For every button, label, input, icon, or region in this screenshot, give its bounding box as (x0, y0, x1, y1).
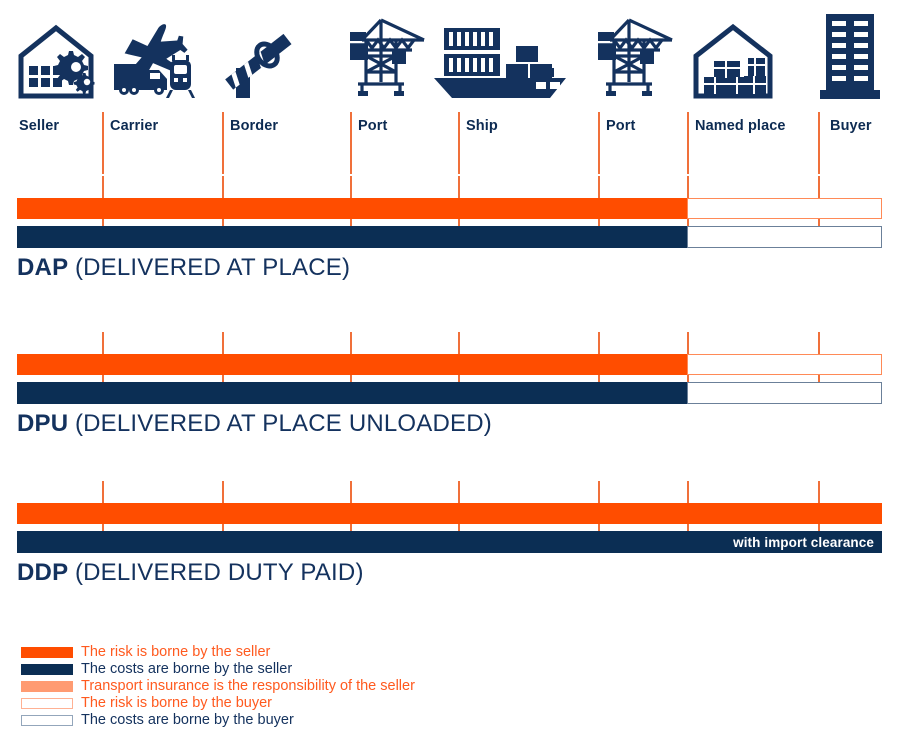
dpu-tick-port-2 (598, 332, 600, 354)
column-label-carrier: Carrier (110, 118, 159, 134)
column-label-border: Border (230, 118, 279, 134)
dpu-tick-buyer (818, 332, 820, 354)
legend-label-cost-buyer: The costs are borne by the buyer (81, 712, 294, 728)
axis-tick-border (222, 112, 224, 174)
dap-cost-buyer-segment (687, 226, 882, 248)
icon-strip (0, 0, 900, 100)
ddp-tick-named-place (687, 481, 689, 503)
dap-bars (0, 176, 900, 248)
dap-tick-buyer (818, 176, 820, 198)
ddp-bars: with import clearance (0, 481, 900, 553)
dap-tick-border (222, 176, 224, 198)
dpu-title: DPU (DELIVERED AT PLACE UNLOADED) (17, 410, 492, 438)
dpu-tick-border (222, 332, 224, 354)
ddp-tick-border (222, 481, 224, 503)
dap-code: DAP (17, 254, 69, 281)
legend-item-cost-seller: The costs are borne by the seller (21, 661, 621, 678)
dpu-tick-named-place (687, 332, 689, 354)
dpu-cost-seller-segment (17, 382, 687, 404)
legend-label-cost-seller: The costs are borne by the seller (81, 661, 293, 677)
ddp-tick-buyer (818, 481, 820, 503)
axis-tick-port-2 (598, 112, 600, 174)
ddp-title: DDP (DELIVERED DUTY PAID) (17, 559, 364, 587)
column-label-buyer: Buyer (830, 118, 872, 134)
dpu-tick-carrier (102, 332, 104, 354)
legend-swatch-cost-buyer (21, 715, 73, 726)
term-block-dap: DAP (DELIVERED AT PLACE) (0, 176, 900, 286)
column-label-seller: Seller (19, 118, 60, 134)
factory-icon (17, 22, 95, 100)
ddp-full-name: (DELIVERED DUTY PAID) (74, 559, 364, 586)
axis-tick-named-place (687, 112, 689, 174)
legend: The risk is borne by the seller The cost… (21, 644, 621, 729)
axis-tick-carrier (102, 112, 104, 174)
border-barrier-icon (222, 20, 308, 100)
ddp-risk-bar (17, 503, 882, 524)
legend-swatch-risk-buyer (21, 698, 73, 709)
dpu-risk-seller-segment (17, 354, 687, 375)
ddp-cost-seller-segment: with import clearance (17, 531, 882, 553)
legend-swatch-cost-seller (21, 664, 73, 675)
dap-tick-ship (458, 176, 460, 198)
column-label-port-1: Port (358, 118, 388, 134)
column-label-ship: Ship (466, 118, 498, 134)
axis-tick-port-1 (350, 112, 352, 174)
legend-item-insurance: Transport insurance is the responsibilit… (21, 678, 621, 695)
dpu-tick-port-1 (350, 332, 352, 354)
dap-tick-carrier (102, 176, 104, 198)
dpu-code: DPU (17, 410, 69, 437)
container-ship-icon (430, 20, 570, 100)
dpu-risk-buyer-segment (687, 354, 882, 375)
dap-risk-bar (17, 198, 882, 219)
ddp-tick-port-2 (598, 481, 600, 503)
column-label-port-2: Port (606, 118, 636, 134)
port-crane-icon (344, 10, 434, 100)
legend-label-risk-seller: The risk is borne by the seller (81, 644, 271, 660)
dpu-bars (0, 332, 900, 404)
ddp-tick-port-1 (350, 481, 352, 503)
dap-tick-port-1 (350, 176, 352, 198)
dap-tick-port-2 (598, 176, 600, 198)
dap-tick-named-place (687, 176, 689, 198)
ddp-risk-seller-segment (17, 503, 882, 524)
legend-label-insurance: Transport insurance is the responsibilit… (81, 678, 415, 694)
column-label-named-place: Named place (695, 118, 786, 134)
dpu-risk-bar (17, 354, 882, 375)
dap-cost-bar (17, 226, 882, 248)
dpu-cost-buyer-segment (687, 382, 882, 404)
legend-item-risk-seller: The risk is borne by the seller (21, 644, 621, 661)
axis-tick-ship (458, 112, 460, 174)
term-block-ddp: with import clearance DDP (DELIVERED DUT… (0, 481, 900, 591)
office-building-icon (818, 8, 882, 100)
ddp-cost-bar: with import clearance (17, 531, 882, 553)
transport-icon (110, 14, 200, 100)
dap-title: DAP (DELIVERED AT PLACE) (17, 254, 350, 282)
dap-risk-seller-segment (17, 198, 687, 219)
ddp-tick-ship (458, 481, 460, 503)
legend-swatch-insurance (21, 681, 73, 692)
port-crane-icon-2 (592, 10, 682, 100)
legend-label-risk-buyer: The risk is borne by the buyer (81, 695, 273, 711)
dap-full-name: (DELIVERED AT PLACE) (74, 254, 351, 281)
dap-risk-buyer-segment (687, 198, 882, 219)
ddp-tick-carrier (102, 481, 104, 503)
dpu-full-name: (DELIVERED AT PLACE UNLOADED) (74, 410, 492, 437)
warehouse-icon (692, 20, 774, 100)
term-block-dpu: DPU (DELIVERED AT PLACE UNLOADED) (0, 332, 900, 442)
ddp-import-clearance-note: with import clearance (733, 534, 874, 550)
dap-cost-seller-segment (17, 226, 687, 248)
legend-item-risk-buyer: The risk is borne by the buyer (21, 695, 621, 712)
legend-swatch-risk-seller (21, 647, 73, 658)
ddp-code: DDP (17, 559, 69, 586)
axis-tick-buyer (818, 112, 820, 174)
dpu-tick-ship (458, 332, 460, 354)
dpu-cost-bar (17, 382, 882, 404)
incoterms-diagram: Seller Carrier Border Port Ship Port Nam… (0, 0, 900, 743)
axis-header: Seller Carrier Border Port Ship Port Nam… (0, 104, 900, 174)
legend-item-cost-buyer: The costs are borne by the buyer (21, 712, 621, 729)
